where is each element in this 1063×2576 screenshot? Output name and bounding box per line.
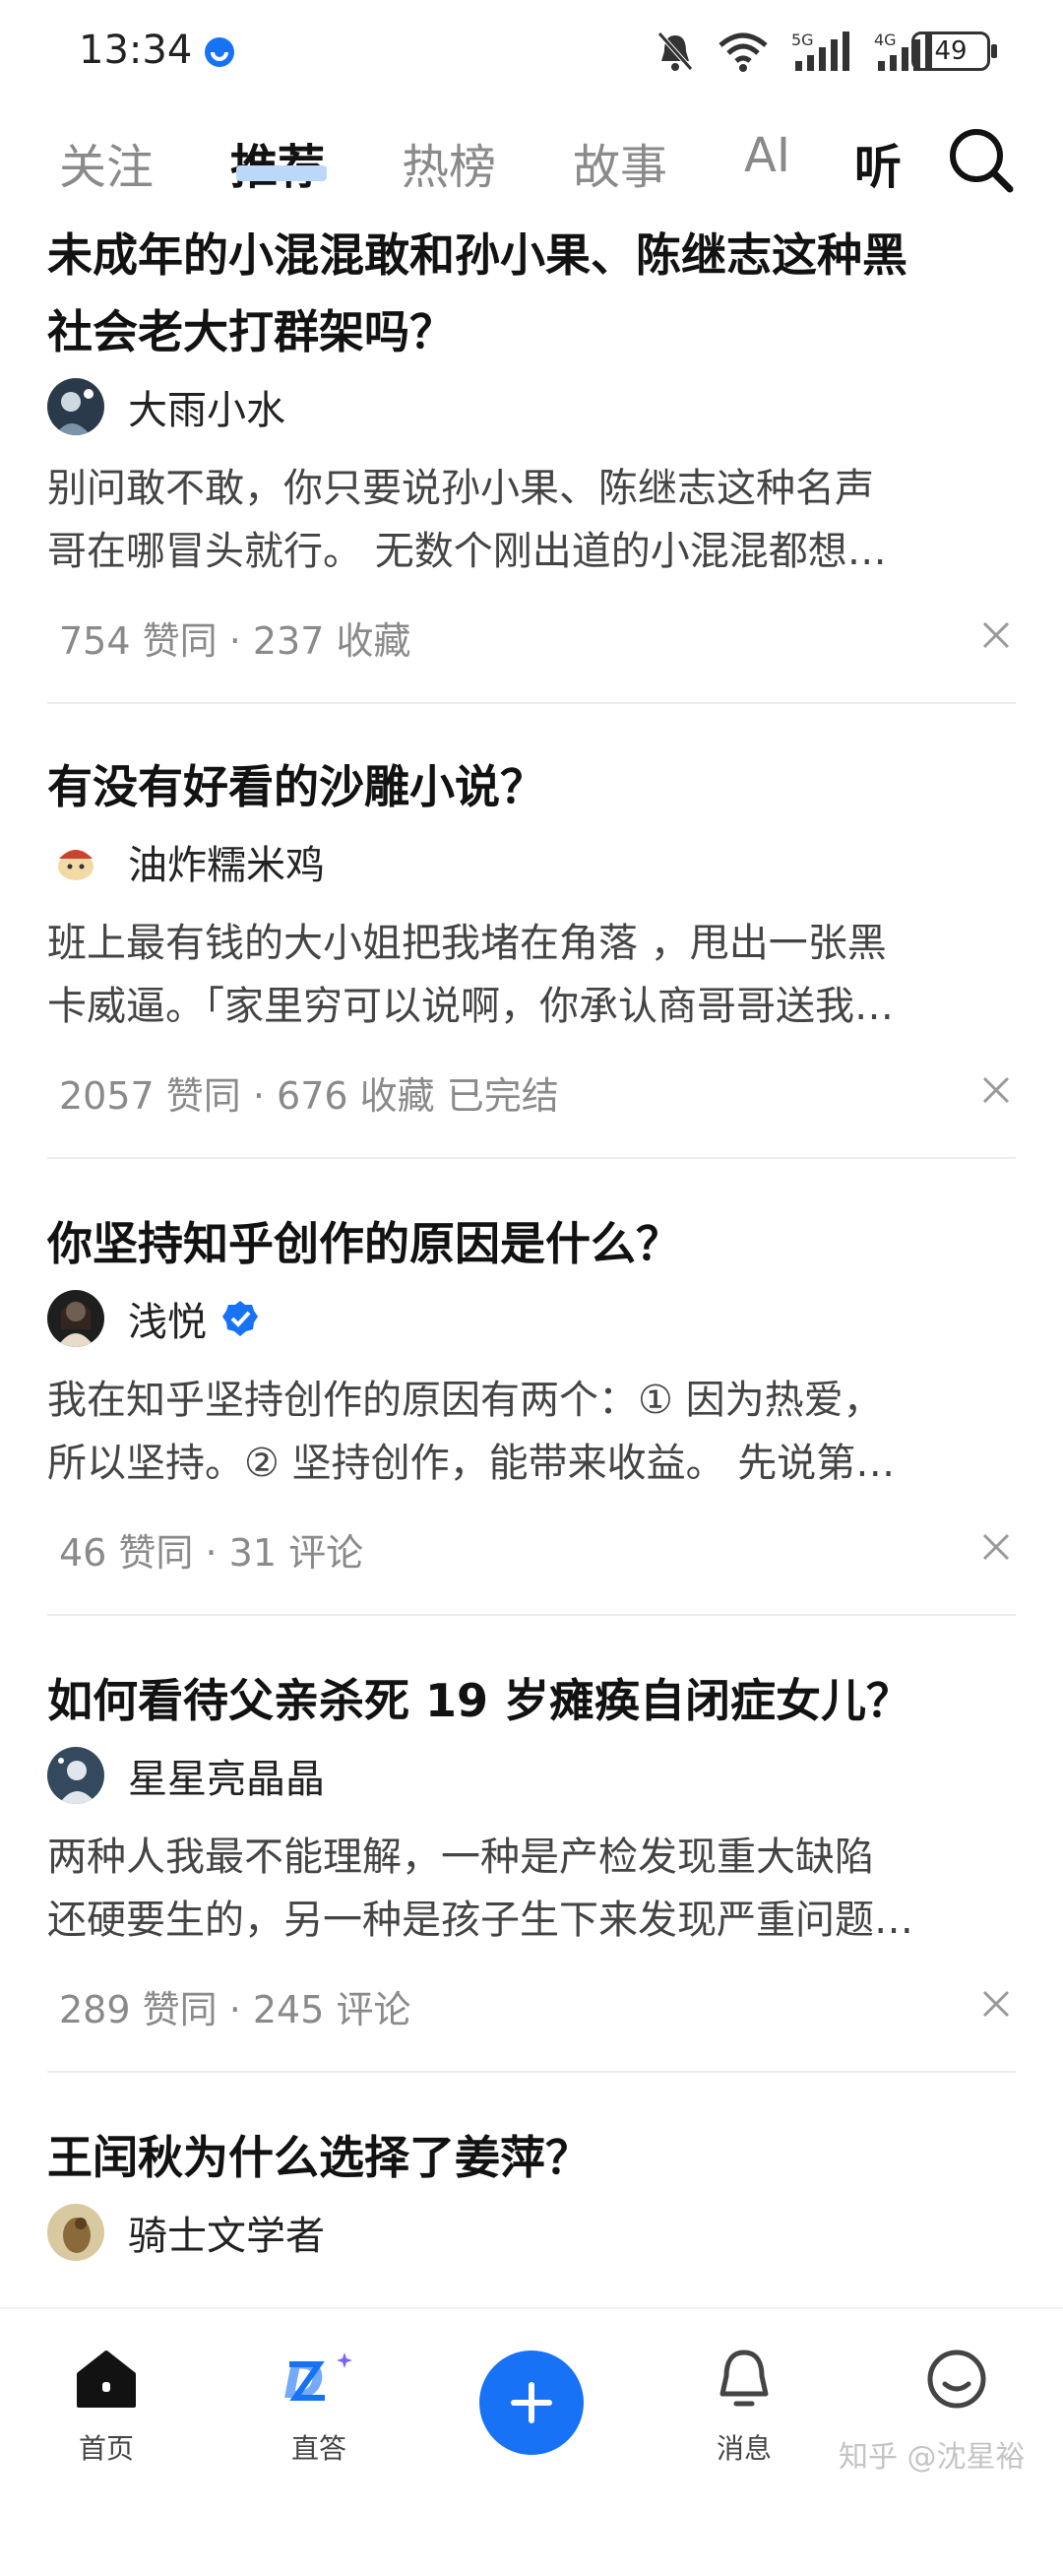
svg-text:5G: 5G — [791, 31, 814, 49]
avatar[interactable] — [47, 2204, 104, 2261]
close-icon[interactable] — [980, 1531, 1012, 1563]
plus-icon — [511, 2382, 552, 2423]
home-icon — [77, 2351, 136, 2408]
question-title[interactable]: 你坚持知乎创作的原因是什么？ — [47, 1205, 1022, 1282]
nav-messages[interactable]: 消息 — [695, 2349, 793, 2467]
search-icon[interactable] — [945, 124, 1016, 195]
feed-card[interactable]: 有没有好看的沙雕小说？ 油炸糯米鸡 班上最有钱的大小姐把我堵在角落 ，甩出一张黑… — [0, 748, 1063, 1205]
answer-excerpt[interactable]: 我在知乎坚持创作的原因有两个：① 因为热爱， 所以坚持。② 坚持创作，能带来收益… — [47, 1369, 1012, 1495]
feed-card[interactable]: 如何看待父亲杀死 19 岁瘫痪自闭症女儿？ 星星亮晶晶 两种人我最不能理解，一种… — [0, 1662, 1063, 2119]
bell-icon — [719, 2350, 769, 2407]
question-title[interactable]: 有没有好看的沙雕小说？ — [47, 748, 1022, 825]
question-title-line: 社会老大打群架吗？ — [47, 305, 455, 358]
answer-excerpt[interactable]: 别问敢不敢，你只要说孙小果、陈继志这种名声 哥在哪冒头就行。 无数个刚出道的小混… — [47, 457, 1012, 583]
close-icon[interactable] — [980, 619, 1012, 651]
divider — [47, 702, 1016, 704]
active-tab-indicator — [236, 165, 327, 181]
question-title[interactable]: 王闰秋为什么选择了姜萍？ — [47, 2119, 1022, 2196]
close-icon[interactable] — [980, 1988, 1012, 2020]
avatar[interactable] — [47, 378, 104, 435]
author-name[interactable]: 浅悦 — [128, 1290, 207, 1347]
excerpt-line: 两种人我最不能理解，一种是产检发现重大缺陷 — [47, 1835, 874, 1880]
divider — [47, 1614, 1016, 1616]
top-tab-bar: 关注 推荐 热榜 故事 AI 听 — [0, 108, 1063, 217]
avatar[interactable] — [47, 1290, 104, 1347]
author-row[interactable]: 骑士文学者 — [47, 2204, 325, 2261]
answer-excerpt[interactable]: 两种人我最不能理解，一种是产检发现重大缺陷 还硬要生的，另一种是孩子生下来发现严… — [47, 1826, 1012, 1952]
avatar[interactable] — [47, 833, 104, 890]
answer-stats: 2057 赞同 · 676 收藏 已完结 — [59, 1074, 559, 1118]
5g-signal-icon: 5G — [791, 31, 849, 71]
avatar[interactable] — [47, 1747, 104, 1804]
excerpt-line: 哥在哪冒头就行。 无数个刚出道的小混混都想… — [47, 529, 887, 574]
divider — [47, 1157, 1016, 1159]
nav-home[interactable]: 首页 — [57, 2349, 156, 2467]
feed-card[interactable]: 你坚持知乎创作的原因是什么？ 浅悦 我在知乎坚持创作的原因有两个：① 因为热爱，… — [0, 1205, 1063, 1662]
answer-stats: 46 赞同 · 31 评论 — [59, 1531, 364, 1575]
profile-icon — [927, 2350, 986, 2409]
excerpt-line: 所以坚持。② 坚持创作，能带来收益。 先说第… — [47, 1441, 896, 1486]
tab-ai[interactable]: AI — [744, 128, 790, 183]
close-icon[interactable] — [980, 1074, 1012, 1106]
battery-icon: 49 — [911, 32, 997, 71]
answer-stats: 754 赞同 · 237 收藏 — [59, 619, 411, 663]
watermark: 知乎 @沈星裕 — [839, 2440, 1026, 2475]
author-name[interactable]: 油炸糯米鸡 — [128, 833, 325, 890]
question-title[interactable]: 未成年的小混混敢和孙小果、陈继志这种黑 社会老大打群架吗？ — [47, 217, 1022, 370]
tab-following[interactable]: 关注 — [59, 128, 154, 197]
feed-card[interactable]: 未成年的小混混敢和孙小果、陈继志这种黑 社会老大打群架吗？ 大雨小水 别问敢不敢… — [0, 217, 1063, 704]
notifications-muted-icon — [657, 32, 693, 71]
author-name[interactable]: 星星亮晶晶 — [128, 1747, 325, 1804]
author-row[interactable]: 大雨小水 — [47, 378, 285, 435]
nav-ask[interactable]: D 直答 — [270, 2349, 368, 2467]
svg-text:4G: 4G — [874, 31, 897, 49]
status-bar: 13:34 5G 4G 49 — [0, 0, 1063, 108]
app-notification-icon — [205, 37, 234, 67]
answer-stats: 289 赞同 · 245 评论 — [59, 1988, 411, 2031]
tab-recommended[interactable]: 推荐 — [230, 128, 325, 197]
author-name[interactable]: 骑士文学者 — [128, 2204, 325, 2261]
status-time: 13:34 — [79, 28, 193, 73]
nav-home-label: 首页 — [78, 2432, 134, 2465]
author-row[interactable]: 星星亮晶晶 — [47, 1747, 325, 1804]
question-title[interactable]: 如何看待父亲杀死 19 岁瘫痪自闭症女儿？ — [47, 1662, 1022, 1739]
zhida-icon: D — [283, 2352, 352, 2410]
divider — [47, 2071, 1016, 2073]
wifi-icon — [719, 32, 768, 72]
author-row[interactable]: 油炸糯米鸡 — [47, 833, 325, 890]
tab-hot-list[interactable]: 热榜 — [402, 128, 496, 197]
author-row[interactable]: 浅悦 — [47, 1290, 260, 1347]
verified-badge-icon — [222, 1301, 258, 1336]
question-title-line: 未成年的小混混敢和孙小果、陈继志这种黑 — [47, 228, 907, 282]
nav-me[interactable] — [907, 2349, 1006, 2427]
nav-messages-label: 消息 — [716, 2432, 772, 2465]
author-name[interactable]: 大雨小水 — [128, 378, 285, 435]
create-button[interactable] — [479, 2351, 584, 2455]
answer-excerpt[interactable]: 班上最有钱的大小姐把我堵在角落 ，甩出一张黑 卡威逼。「家里穷可以说啊，你承认商… — [47, 912, 1012, 1038]
excerpt-line: 卡威逼。「家里穷可以说啊，你承认商哥哥送我… — [47, 984, 894, 1029]
tab-stories[interactable]: 故事 — [573, 128, 667, 197]
excerpt-line: 我在知乎坚持创作的原因有两个：① 因为热爱， — [47, 1378, 883, 1423]
excerpt-line: 班上最有钱的大小姐把我堵在角落 ，甩出一张黑 — [47, 921, 887, 966]
excerpt-line: 别问敢不敢，你只要说孙小果、陈继志这种名声 — [47, 466, 874, 511]
tab-listen[interactable]: 听 — [854, 128, 902, 197]
nav-ask-label: 直答 — [290, 2432, 346, 2465]
excerpt-line: 还硬要生的，另一种是孩子生下来发现严重问题… — [47, 1898, 913, 1943]
